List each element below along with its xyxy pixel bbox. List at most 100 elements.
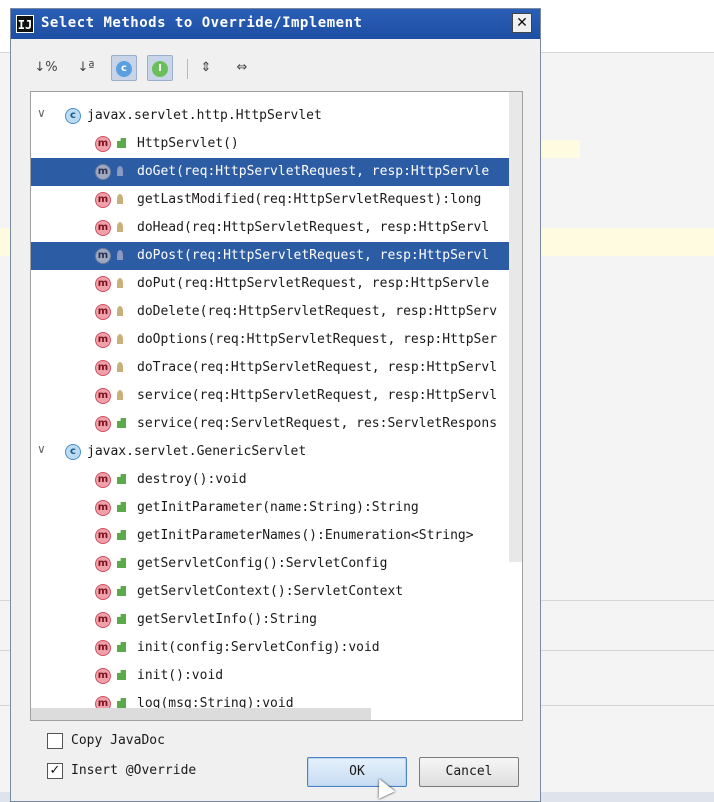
method-icon: m bbox=[95, 248, 111, 264]
dialog-titlebar[interactable]: IJ Select Methods to Override/Implement … bbox=[11, 9, 540, 39]
sort-alphabetically-button[interactable]: ↓ª bbox=[73, 55, 99, 81]
sort-alphabetically-icon: ↓ª bbox=[77, 60, 95, 75]
method-row[interactable]: m doGet(req:HttpServletRequest, resp:Http… bbox=[31, 158, 522, 186]
expand-all-button[interactable]: ⇕ bbox=[193, 55, 219, 81]
method-row[interactable]: m getServletContext():ServletContext bbox=[31, 578, 522, 606]
method-row[interactable]: m init():void bbox=[31, 662, 522, 690]
method-signature: getInitParameterNames():Enumeration<Stri… bbox=[137, 528, 474, 543]
insert-override-checkbox[interactable]: ✓ bbox=[47, 763, 63, 779]
expand-chevron-icon[interactable]: ∨ bbox=[37, 106, 46, 120]
method-icon: m bbox=[95, 528, 111, 544]
protected-visibility-icon bbox=[117, 194, 123, 204]
protected-visibility-icon bbox=[117, 362, 123, 372]
ok-button[interactable]: OK bbox=[307, 757, 407, 787]
show-classes-icon: c bbox=[116, 60, 132, 77]
method-signature: getServletConfig():ServletConfig bbox=[137, 556, 388, 571]
method-signature: doPut(req:HttpServletRequest, resp:HttpS… bbox=[137, 276, 490, 291]
method-signature: init(config:ServletConfig):void bbox=[137, 640, 380, 655]
method-row[interactable]: m doHead(req:HttpServletRequest, resp:Htt… bbox=[31, 214, 522, 242]
close-button[interactable]: ✕ bbox=[512, 13, 532, 33]
expand-all-icon: ⇕ bbox=[200, 60, 212, 75]
dialog-title: Select Methods to Override/Implement bbox=[41, 15, 363, 31]
protected-visibility-icon bbox=[117, 306, 123, 316]
method-row[interactable]: m service(req:HttpServletRequest, resp:Ht… bbox=[31, 382, 522, 410]
method-signature: getLastModified(req:HttpServletRequest):… bbox=[137, 192, 482, 207]
method-row[interactable]: m HttpServlet() bbox=[31, 130, 522, 158]
method-signature: init():void bbox=[137, 668, 224, 683]
method-row[interactable]: m getServletConfig():ServletConfig bbox=[31, 550, 522, 578]
method-icon: m bbox=[95, 360, 111, 376]
method-icon: m bbox=[95, 556, 111, 572]
method-signature: doHead(req:HttpServletRequest, resp:Http… bbox=[137, 220, 490, 235]
protected-visibility-icon bbox=[117, 166, 123, 176]
public-visibility-icon bbox=[117, 670, 126, 680]
method-row[interactable]: m getServletInfo():String bbox=[31, 606, 522, 634]
public-visibility-icon bbox=[117, 138, 126, 148]
method-row[interactable]: m doPost(req:HttpServletRequest, resp:Htt… bbox=[31, 242, 522, 270]
public-visibility-icon bbox=[117, 698, 126, 708]
methods-tree[interactable]: ∨ c javax.servlet.http.HttpServlet m Http… bbox=[30, 91, 523, 721]
public-visibility-icon bbox=[117, 586, 126, 596]
method-icon: m bbox=[95, 332, 111, 348]
method-icon: m bbox=[95, 192, 111, 208]
method-signature: getServletInfo():String bbox=[137, 612, 318, 627]
tree-group-genericservlet[interactable]: ∨ c javax.servlet.GenericServlet bbox=[31, 438, 522, 466]
sort-by-visibility-icon: ↓% bbox=[34, 60, 58, 75]
cancel-button[interactable]: Cancel bbox=[419, 757, 519, 787]
method-icon: m bbox=[95, 472, 111, 488]
method-icon: m bbox=[95, 388, 111, 404]
method-icon: m bbox=[95, 164, 111, 180]
method-row[interactable]: m doDelete(req:HttpServletRequest, resp:H… bbox=[31, 298, 522, 326]
method-row[interactable]: m service(req:ServletRequest, res:Servlet… bbox=[31, 410, 522, 438]
method-row[interactable]: m destroy():void bbox=[31, 466, 522, 494]
public-visibility-icon bbox=[117, 614, 126, 624]
method-signature: doGet(req:HttpServletRequest, resp:HttpS… bbox=[137, 164, 490, 179]
public-visibility-icon bbox=[117, 502, 126, 512]
method-row[interactable]: m getLastModified(req:HttpServletRequest)… bbox=[31, 186, 522, 214]
class-icon: c bbox=[65, 108, 81, 124]
method-icon: m bbox=[95, 500, 111, 516]
public-visibility-icon bbox=[117, 558, 126, 568]
dialog-toolbar: ↓% ↓ª c I ⇕ ⇔ bbox=[29, 53, 529, 83]
method-icon: m bbox=[95, 136, 111, 152]
vertical-scrollbar[interactable] bbox=[509, 92, 522, 562]
method-icon: m bbox=[95, 640, 111, 656]
group-label: javax.servlet.GenericServlet bbox=[87, 444, 307, 459]
collapse-all-button[interactable]: ⇔ bbox=[229, 55, 255, 81]
intellij-logo-icon: IJ bbox=[16, 15, 34, 33]
method-signature: destroy():void bbox=[137, 472, 247, 487]
method-row[interactable]: m init(config:ServletConfig):void bbox=[31, 634, 522, 662]
method-signature: doDelete(req:HttpServletRequest, resp:Ht… bbox=[137, 304, 498, 319]
method-signature: service(req:HttpServletRequest, resp:Htt… bbox=[137, 388, 498, 403]
protected-visibility-icon bbox=[117, 250, 123, 260]
class-icon: c bbox=[65, 444, 81, 460]
method-row[interactable]: m doTrace(req:HttpServletRequest, resp:Ht… bbox=[31, 354, 522, 382]
method-row[interactable]: m getInitParameter(name:String):String bbox=[31, 494, 522, 522]
tree-group-httpservlet[interactable]: ∨ c javax.servlet.http.HttpServlet bbox=[31, 102, 522, 130]
show-classes-toggle[interactable]: c bbox=[111, 55, 137, 81]
protected-visibility-icon bbox=[117, 278, 123, 288]
method-icon: m bbox=[95, 416, 111, 432]
protected-visibility-icon bbox=[117, 390, 123, 400]
public-visibility-icon bbox=[117, 418, 126, 428]
expand-chevron-icon[interactable]: ∨ bbox=[37, 442, 46, 456]
show-interfaces-toggle[interactable]: I bbox=[147, 55, 173, 81]
copy-javadoc-checkbox[interactable] bbox=[47, 733, 63, 749]
method-signature: doOptions(req:HttpServletRequest, resp:H… bbox=[137, 332, 498, 347]
horizontal-scrollbar[interactable] bbox=[31, 708, 371, 720]
method-icon: m bbox=[95, 304, 111, 320]
method-signature: HttpServlet() bbox=[137, 136, 239, 151]
method-row[interactable]: m getInitParameterNames():Enumeration<Str… bbox=[31, 522, 522, 550]
collapse-all-icon: ⇔ bbox=[236, 60, 248, 75]
public-visibility-icon bbox=[117, 530, 126, 540]
protected-visibility-icon bbox=[117, 222, 123, 232]
sort-by-visibility-button[interactable]: ↓% bbox=[33, 55, 59, 81]
method-icon: m bbox=[95, 612, 111, 628]
method-row[interactable]: m doPut(req:HttpServletRequest, resp:Http… bbox=[31, 270, 522, 298]
method-row[interactable]: m doOptions(req:HttpServletRequest, resp:… bbox=[31, 326, 522, 354]
method-signature: doTrace(req:HttpServletRequest, resp:Htt… bbox=[137, 360, 498, 375]
insert-override-label: Insert @Override bbox=[71, 763, 197, 778]
override-methods-dialog: IJ Select Methods to Override/Implement … bbox=[10, 8, 541, 802]
method-icon: m bbox=[95, 276, 111, 292]
method-icon: m bbox=[95, 220, 111, 236]
